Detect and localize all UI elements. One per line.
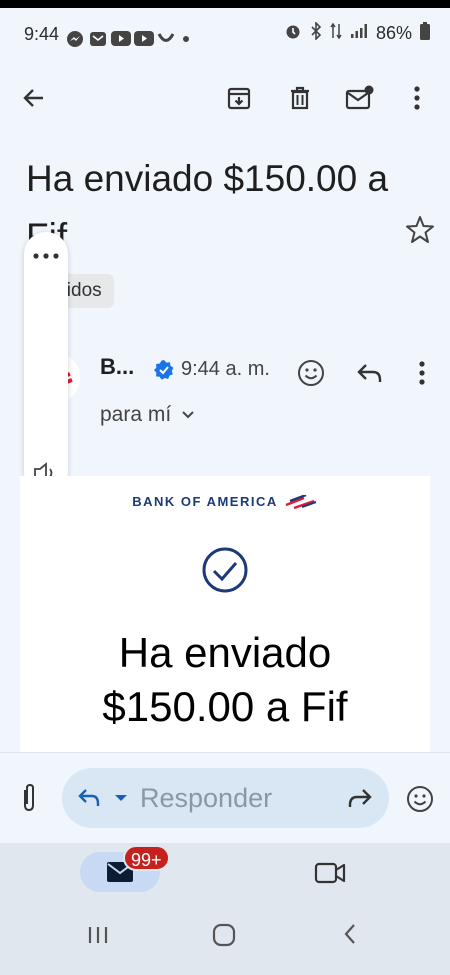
forward-icon: [348, 789, 372, 807]
email-body: BANK OF AMERICA Ha enviado $150.00 a Fif: [20, 476, 430, 752]
overflow-menu-button[interactable]: [397, 78, 437, 118]
recent-apps-icon: [88, 927, 108, 943]
tab-meet[interactable]: [314, 860, 346, 886]
reply-placeholder: Responder: [140, 783, 273, 813]
star-icon: [406, 216, 434, 243]
back-nav-icon: [344, 924, 355, 944]
check-circle-icon: [201, 546, 249, 594]
star-button[interactable]: [404, 214, 436, 246]
message-more-button[interactable]: [408, 358, 436, 388]
app-notification-icon: [157, 30, 175, 47]
recipient-text: para mí: [100, 403, 172, 426]
mail-unread-icon: [345, 85, 374, 110]
delete-button[interactable]: [280, 78, 320, 118]
card-headline: Ha enviado $150.00 a Fif: [20, 626, 430, 734]
home-icon: [212, 923, 236, 947]
paperclip-icon: [24, 783, 34, 812]
data-icon: [330, 22, 342, 45]
messenger-icon: [66, 30, 84, 47]
reply-icon: [357, 364, 382, 382]
more-vert-icon: [419, 361, 425, 385]
bluetooth-icon: [310, 21, 322, 45]
more-notifications-dot: [182, 30, 190, 47]
archive-icon: [227, 87, 251, 110]
reply-button[interactable]: [354, 358, 386, 388]
system-navigation-bar: [0, 913, 450, 975]
bank-flag-icon: [285, 494, 317, 509]
caret-down-icon: [115, 795, 127, 801]
bank-logo: BANK OF AMERICA: [20, 494, 430, 509]
mark-unread-button[interactable]: [340, 78, 380, 118]
alarm-icon: [284, 22, 302, 45]
sender-name[interactable]: B...: [100, 354, 134, 380]
unread-count-badge: 99+: [123, 845, 170, 871]
email-subject: Ha enviado $150.00 a Fif: [26, 158, 389, 257]
more-horiz-icon: [33, 253, 59, 259]
emoji-button[interactable]: [405, 784, 435, 814]
battery-icon: [420, 22, 430, 45]
arrow-left-icon: [23, 89, 43, 107]
card-headline-line2: $150.00 a Fif: [102, 683, 348, 730]
video-camera-icon: [314, 862, 346, 884]
emoji-icon: [298, 360, 324, 386]
signal-icon: [350, 23, 368, 44]
battery-percent: 86%: [375, 23, 412, 43]
bottom-navigation: [0, 843, 450, 913]
gmail-status-icon: [89, 30, 107, 47]
more-vert-icon: [414, 86, 420, 110]
sent-time: 9:44 a. m.: [181, 358, 270, 380]
chevron-down-icon: [182, 411, 194, 419]
verified-badge-icon: [154, 360, 174, 380]
forward-button[interactable]: [346, 786, 374, 810]
youtube-icon: [111, 30, 131, 47]
recipient-toggle[interactable]: para mí: [100, 403, 195, 427]
reply-icon: [78, 789, 100, 806]
emoji-icon: [407, 786, 433, 812]
back-button[interactable]: [14, 78, 54, 118]
youtube-icon: [134, 30, 154, 47]
bank-logo-text: BANK OF AMERICA: [132, 494, 278, 509]
add-reaction-button[interactable]: [296, 358, 326, 388]
attach-button[interactable]: [16, 782, 42, 814]
trash-icon: [291, 86, 309, 110]
status-time: 9:44: [24, 24, 60, 44]
floating-side-panel[interactable]: [24, 232, 68, 494]
status-right-group: 86%: [284, 21, 430, 45]
card-headline-line1: Ha enviado: [118, 629, 332, 676]
archive-button[interactable]: [219, 78, 259, 118]
